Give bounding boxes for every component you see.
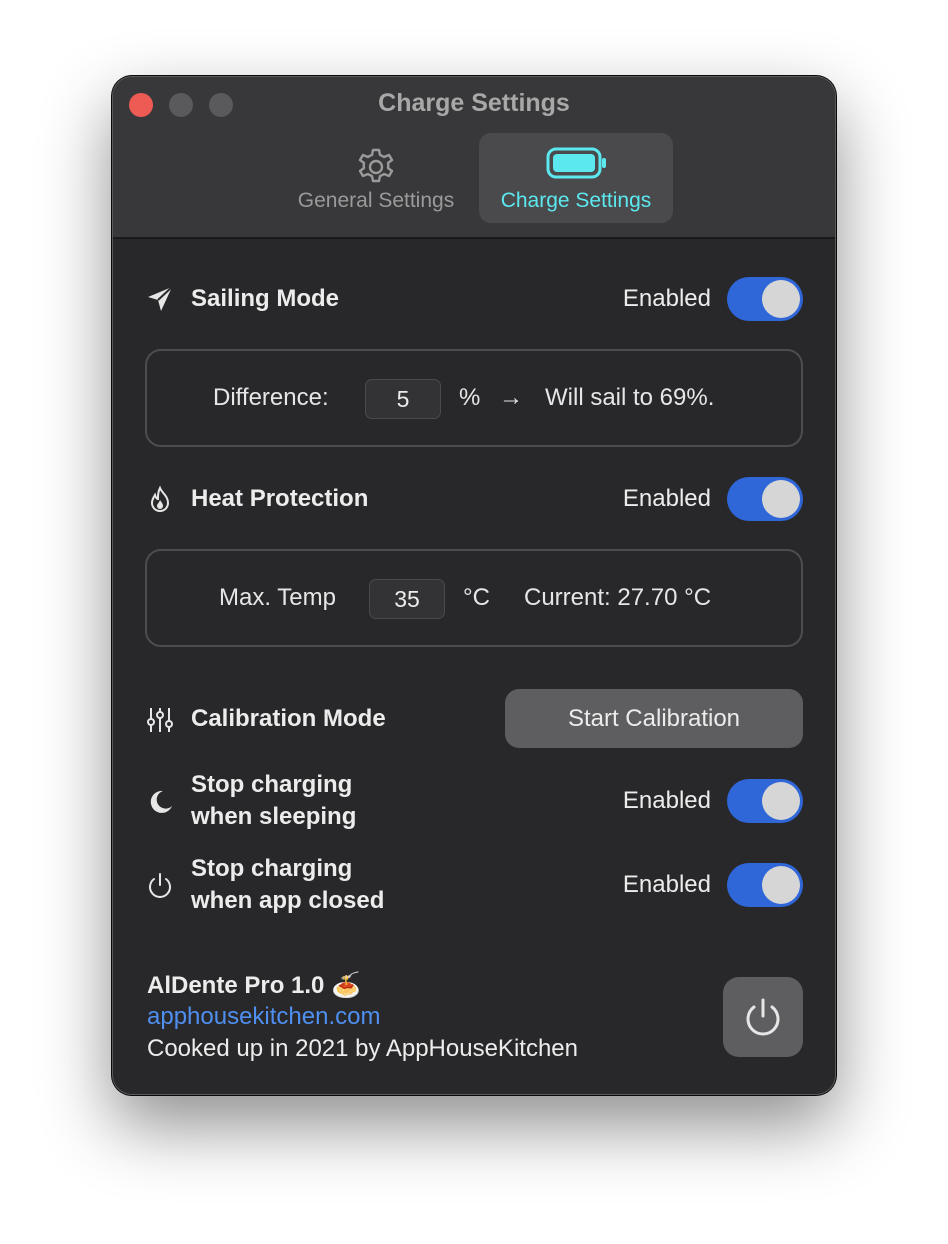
toggle-knob (762, 782, 800, 820)
pasta-emoji: 🍝 (331, 972, 361, 999)
difference-label: Difference: (213, 384, 329, 411)
sailing-mode-title: Sailing Mode (191, 285, 340, 312)
titlebar: Charge Settings General Settings Charge … (113, 77, 835, 239)
charge-settings-window: Charge Settings General Settings Charge … (112, 76, 836, 1095)
sail-target-text: Will sail to 69%. (545, 384, 715, 411)
credit-text: Cooked up in 2021 by AppHouseKitchen (147, 1035, 578, 1062)
moon-icon (145, 787, 175, 817)
difference-unit: % (459, 384, 481, 411)
heat-protection-status: Enabled (622, 485, 711, 512)
website-link[interactable]: apphousekitchen.com (147, 1003, 380, 1031)
sailing-mode-status: Enabled (622, 285, 711, 312)
calibration-mode-title: Calibration Mode (191, 705, 386, 732)
app-closed-title: Stop charging when app closed (191, 853, 384, 917)
power-icon (741, 995, 785, 1044)
paper-plane-icon (145, 284, 175, 314)
app-closed-status: Enabled (622, 871, 711, 898)
tab-charge-settings[interactable]: Charge Settings (479, 133, 673, 223)
tab-charge-settings-label: Charge Settings (500, 189, 652, 212)
sliders-icon (145, 705, 175, 735)
toggle-knob (762, 866, 800, 904)
max-temp-label: Max. Temp (219, 584, 336, 611)
heat-protection-title: Heat Protection (191, 485, 369, 512)
sailing-mode-toggle[interactable] (727, 277, 803, 321)
flame-icon (145, 485, 175, 515)
difference-input[interactable]: 5 (365, 379, 441, 419)
power-icon (145, 871, 175, 901)
toggle-knob (762, 480, 800, 518)
tab-general-settings-label: General Settings (297, 189, 455, 212)
window-title: Charge Settings (378, 89, 570, 117)
app-name: AlDente Pro 1.0 (147, 972, 325, 999)
sleep-status: Enabled (622, 787, 711, 814)
current-temp-text: Current: 27.70 °C (524, 584, 712, 611)
sleep-title-line2: when sleeping (191, 803, 357, 830)
stop-when-sleeping-toggle[interactable] (727, 779, 803, 823)
max-temp-unit: °C (463, 584, 490, 611)
max-temp-input[interactable]: 35 (369, 579, 445, 619)
start-calibration-button[interactable]: Start Calibration (505, 689, 803, 748)
sailing-mode-panel: Difference: 5 % → Will sail to 69%. (145, 349, 803, 447)
app-closed-title-line2: when app closed (191, 887, 385, 914)
tab-general-settings[interactable]: General Settings (281, 133, 471, 223)
app-closed-title-line1: Stop charging (191, 855, 353, 882)
power-button[interactable] (723, 977, 803, 1057)
toggle-knob (762, 280, 800, 318)
sleep-title: Stop charging when sleeping (191, 769, 356, 833)
battery-icon (545, 143, 607, 188)
sleep-title-line1: Stop charging (191, 771, 353, 798)
heat-protection-toggle[interactable] (727, 477, 803, 521)
app-version: AlDente Pro 1.0 🍝 (147, 971, 361, 1000)
stop-when-app-closed-toggle[interactable] (727, 863, 803, 907)
heat-protection-panel: Max. Temp 35 °C Current: 27.70 °C (145, 549, 803, 647)
arrow-right-icon: → (499, 384, 523, 411)
gear-icon (353, 143, 399, 194)
